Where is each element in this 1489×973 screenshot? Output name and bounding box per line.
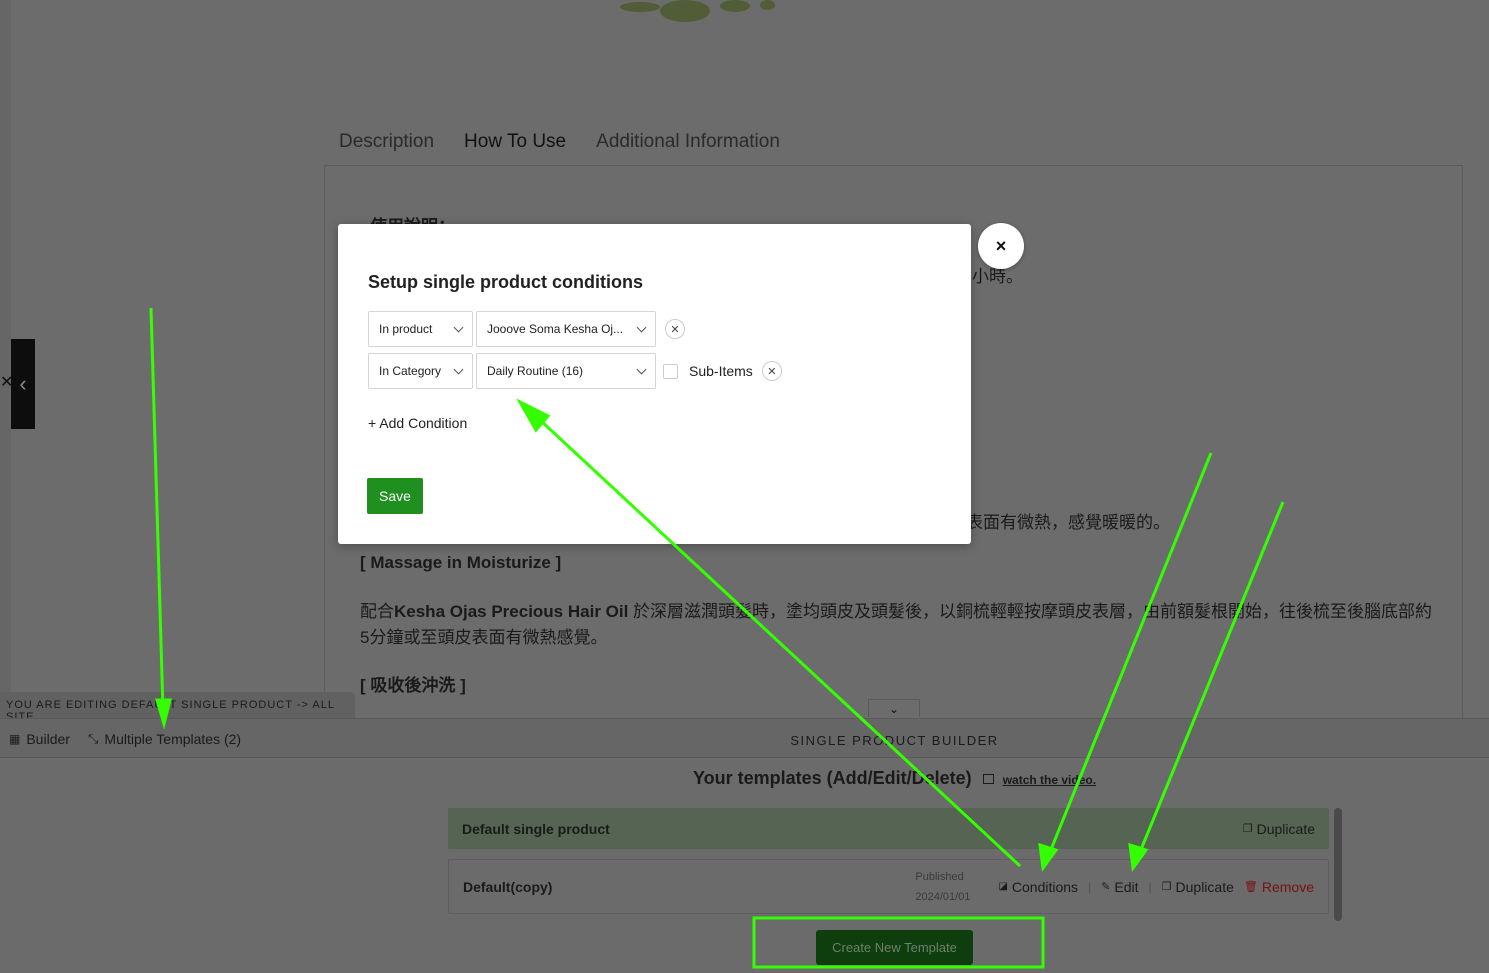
duplicate-button[interactable]: ❐ Duplicate	[1243, 821, 1315, 837]
template-row-default: Default single product ❐ Duplicate	[448, 808, 1329, 849]
editing-banner: YOU ARE EDITING DEFAULT SINGLE PRODUCT -…	[0, 692, 355, 723]
scrollbar[interactable]	[1334, 808, 1342, 921]
conditions-button[interactable]: ◪ Conditions	[998, 879, 1078, 895]
template-name: Default(copy)	[463, 878, 553, 895]
video-icon	[982, 774, 994, 784]
remove-condition-button[interactable]: ✕	[665, 319, 685, 339]
chevron-down-icon	[453, 364, 464, 374]
expand-panel-button[interactable]: ⌄	[868, 699, 920, 717]
pencil-icon: ✎	[1101, 881, 1111, 893]
tab-additional-information[interactable]: Additional Information	[596, 131, 780, 153]
condition-value-select[interactable]: Jooove Soma Kesha Oj...	[476, 311, 656, 347]
massage-text-prefix: 配合	[360, 602, 394, 621]
modal-title: Setup single product conditions	[368, 272, 644, 292]
condition-type-value: In product	[379, 322, 433, 336]
create-new-template-button[interactable]: Create New Template	[816, 930, 973, 965]
separator: |	[1148, 879, 1152, 894]
left-edge-strip	[0, 0, 11, 700]
close-icon: ✕	[670, 323, 680, 336]
chevron-down-icon	[636, 364, 647, 374]
annotation-arrow	[149, 307, 165, 711]
massage-heading: [ Massage in Moisturize ]	[360, 553, 562, 572]
save-button[interactable]: Save	[367, 478, 423, 514]
rinse-heading: [ 吸收後沖洗 ]	[360, 676, 466, 695]
condition-value-select[interactable]: Daily Routine (16)	[476, 353, 656, 389]
duplicate-label: Duplicate	[1256, 820, 1315, 837]
product-name-bold: Kesha Ojas Precious Hair Oil	[394, 602, 629, 621]
sub-items-label: Sub-Items	[689, 363, 753, 379]
templates-heading: Your templates (Add/Edit/Delete) watch t…	[0, 768, 1489, 789]
condition-value: Daily Routine (16)	[487, 364, 584, 378]
template-status: Published 2024/01/01	[915, 867, 970, 907]
condition-type-select[interactable]: In Category	[368, 353, 473, 389]
close-modal-button[interactable]: ×	[978, 223, 1024, 269]
condition-row: In Category Daily Routine (16) Sub-Items…	[368, 353, 941, 389]
chevron-down-icon: ⌄	[888, 701, 900, 716]
status-label: Published	[915, 870, 964, 883]
condition-type-select[interactable]: In product	[368, 311, 473, 347]
edit-label: Edit	[1114, 878, 1139, 895]
template-list: Default single product ❐ Duplicate Defaul…	[448, 808, 1329, 924]
sidebar-toggle-button[interactable]: ‹	[11, 339, 35, 429]
conditions-icon: ◪	[998, 881, 1008, 892]
copy-icon: ❐	[1242, 823, 1253, 835]
builder-title: SINGLE PRODUCT BUILDER	[790, 733, 999, 748]
watch-video-link[interactable]: watch the video.	[1003, 773, 1096, 787]
tab-description[interactable]: Description	[339, 131, 434, 153]
condition-row: In product Jooove Soma Kesha Oj... ✕	[368, 311, 941, 347]
sub-items-checkbox[interactable]	[663, 363, 678, 379]
copy-icon: ❐	[1161, 881, 1172, 893]
chevron-down-icon	[453, 322, 464, 332]
edit-button[interactable]: ✎ Edit	[1101, 879, 1138, 895]
conditions-label: Conditions	[1011, 878, 1079, 895]
condition-value: Jooove Soma Kesha Oj...	[487, 322, 624, 336]
chevron-left-icon: ‹	[19, 371, 27, 396]
add-condition-button[interactable]: + Add Condition	[368, 415, 467, 431]
separator: |	[1088, 879, 1092, 894]
chevron-down-icon	[636, 322, 647, 332]
close-icon: ✕	[767, 365, 777, 378]
template-name: Default single product	[462, 820, 610, 837]
remove-label: Remove	[1261, 878, 1314, 895]
trash-icon: 🗑	[1243, 881, 1258, 893]
condition-type-value: In Category	[379, 364, 442, 378]
conditions-modal: Setup single product conditions In produ…	[338, 224, 971, 544]
close-icon: ×	[995, 235, 1007, 256]
usage-text-fragment-2: 表面有微熱，感覺暖暖的。	[966, 513, 1170, 532]
templates-heading-text: Your templates (Add/Edit/Delete)	[692, 768, 972, 788]
status-date: 2024/01/01	[915, 890, 971, 903]
product-image-fragment	[600, 0, 780, 30]
duplicate-label: Duplicate	[1175, 878, 1234, 895]
template-row-copy: Default(copy) Published 2024/01/01 ◪ Cond…	[448, 859, 1329, 914]
builder-toolbar: ▦ Builder ⤡ Multiple Templates (2) SINGL…	[0, 718, 1489, 758]
massage-text: 配合Kesha Ojas Precious Hair Oil 於深層滋潤頭髮時，…	[360, 599, 1440, 651]
duplicate-button[interactable]: ❐ Duplicate	[1162, 879, 1234, 895]
remove-condition-button[interactable]: ✕	[761, 361, 782, 381]
remove-button[interactable]: 🗑 Remove	[1244, 879, 1314, 895]
tab-how-to-use[interactable]: How To Use	[464, 131, 566, 153]
product-tabs: Description How To Use Additional Inform…	[339, 131, 780, 153]
